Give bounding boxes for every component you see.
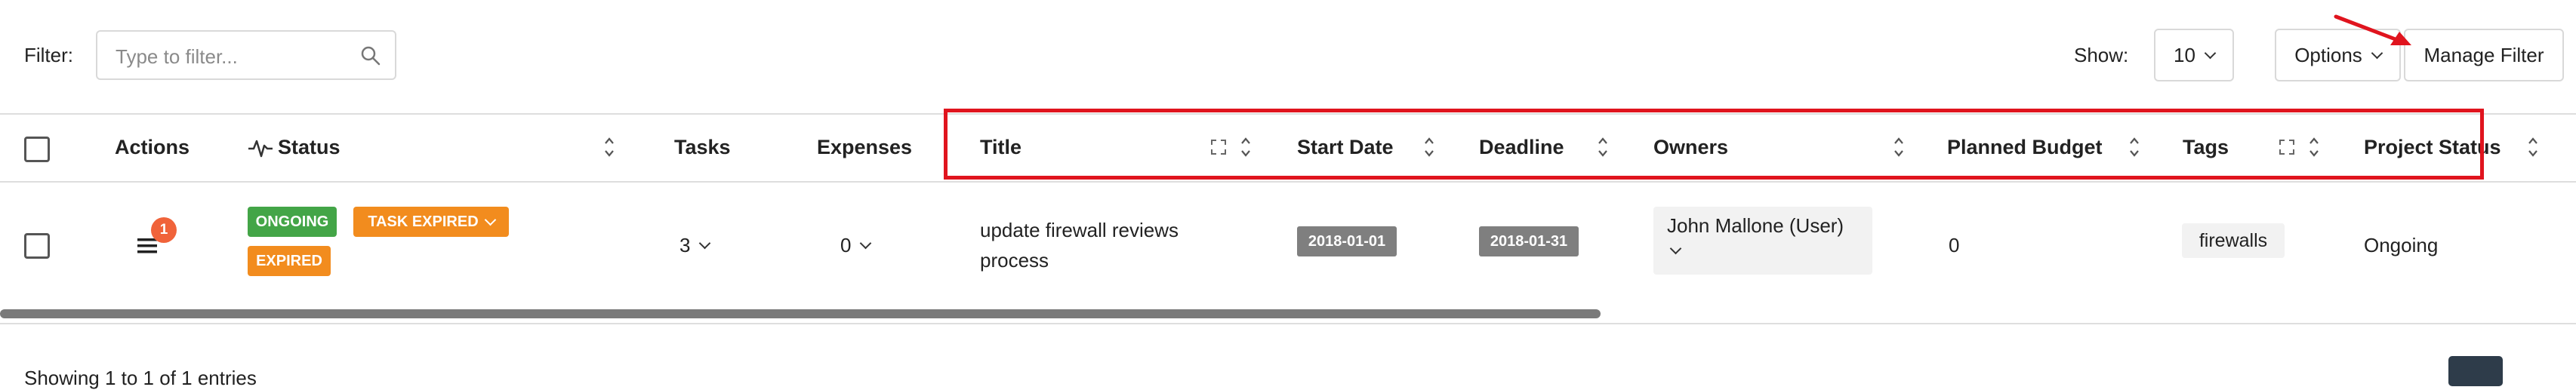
annotation-arrow-icon [2334, 14, 2411, 45]
owner-name: John Mallone (User) [1667, 214, 1844, 237]
annotation-highlight-box [944, 109, 2484, 180]
filter-label: Filter: [24, 44, 73, 66]
column-header-status[interactable]: Status [278, 136, 340, 159]
page-size-select[interactable]: 10 [2154, 29, 2234, 81]
column-header-actions: Actions [115, 136, 190, 158]
tasks-count-dropdown[interactable]: 3 [679, 234, 711, 257]
table-bottom-divider [0, 323, 2576, 324]
chevron-down-icon [699, 237, 711, 250]
expenses-count: 0 [840, 234, 852, 256]
horizontal-scrollbar-thumb[interactable] [0, 309, 1601, 318]
column-header-tasks: Tasks [674, 136, 731, 158]
sort-icon[interactable] [2528, 136, 2538, 158]
expenses-count-dropdown[interactable]: 0 [840, 234, 872, 257]
filter-input-box[interactable] [96, 30, 396, 80]
status-badge-task-expired[interactable]: TASK EXPIRED [353, 207, 509, 237]
entries-summary: Showing 1 to 1 of 1 entries [24, 367, 257, 389]
deadline-badge: 2018-01-31 [1479, 226, 1579, 256]
row-title-line2[interactable]: process [980, 249, 1049, 272]
activity-icon [248, 140, 273, 158]
tasks-count: 3 [679, 234, 691, 256]
owner-dropdown[interactable]: John Mallone (User) [1653, 207, 1872, 275]
task-expired-label: TASK EXPIRED [368, 213, 479, 230]
planned-budget-value: 0 [1949, 234, 1960, 256]
chevron-down-icon [1669, 242, 1682, 255]
filter-input[interactable] [114, 41, 344, 72]
tag-chip[interactable]: firewalls [2182, 223, 2285, 258]
pagination-button[interactable] [2448, 356, 2503, 386]
chevron-down-icon [860, 237, 872, 250]
row-select-checkbox[interactable] [24, 233, 50, 259]
start-date-badge: 2018-01-01 [1297, 226, 1397, 256]
page-size-value: 10 [2174, 43, 2195, 66]
notification-count-badge: 1 [151, 217, 177, 243]
column-header-expenses: Expenses [817, 136, 913, 158]
manage-filter-label: Manage Filter [2423, 43, 2544, 66]
chevron-down-icon [484, 213, 496, 226]
manage-filter-button[interactable]: Manage Filter [2404, 29, 2564, 81]
chevron-down-icon [2204, 47, 2217, 59]
select-all-checkbox[interactable] [24, 137, 50, 162]
header-bottom-divider [0, 181, 2576, 183]
status-badge-ongoing: ONGOING [248, 207, 337, 237]
project-status-value: Ongoing [2364, 234, 2439, 256]
show-label: Show: [2074, 44, 2129, 66]
search-icon [361, 46, 381, 66]
row-title-line1[interactable]: update firewall reviews [980, 219, 1179, 242]
row-actions-menu[interactable]: 1 [136, 217, 177, 258]
sort-icon[interactable] [604, 136, 615, 158]
status-badge-expired: EXPIRED [248, 246, 331, 276]
